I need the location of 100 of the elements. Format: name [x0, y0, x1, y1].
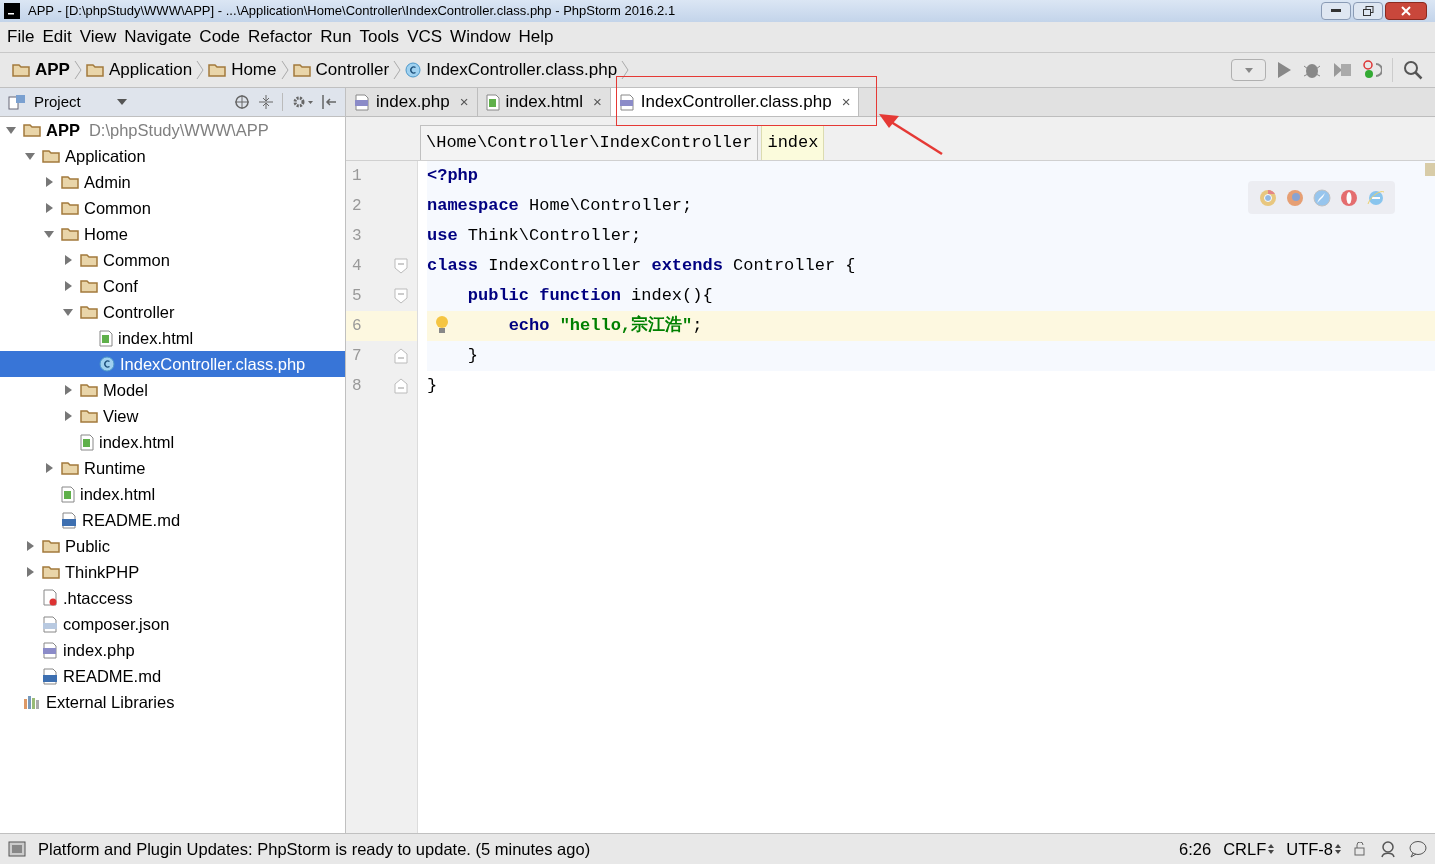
structure-crumb[interactable]: \Home\Controller\IndexController	[420, 125, 759, 160]
editor-tab[interactable]: IndexController.class.php ×	[610, 88, 860, 116]
collapse-icon[interactable]	[258, 94, 274, 110]
settings-icon[interactable]	[291, 94, 313, 110]
tab-label: index.php	[376, 91, 450, 114]
menu-item[interactable]: Refactor	[245, 24, 316, 50]
collapsed-arrow-icon[interactable]	[44, 203, 54, 213]
tree-item[interactable]: Application	[0, 143, 345, 169]
breadcrumb-item[interactable]: APP	[12, 57, 70, 83]
chrome-icon[interactable]	[1258, 188, 1277, 207]
debug-stop-icon[interactable]	[1362, 60, 1382, 80]
expanded-arrow-icon[interactable]	[63, 307, 73, 317]
tree-item[interactable]: .htaccess	[0, 585, 345, 611]
tree-item[interactable]: Model	[0, 377, 345, 403]
menu-item[interactable]: Tools	[356, 24, 403, 50]
menu-item[interactable]: Navigate	[121, 24, 195, 50]
fold-marker-icon[interactable]	[394, 288, 408, 304]
tree-item[interactable]: Common	[0, 195, 345, 221]
menu-item[interactable]: Edit	[39, 24, 75, 50]
inspector-icon[interactable]	[1379, 840, 1397, 858]
menu-item[interactable]: File	[4, 24, 38, 50]
menu-item[interactable]: Help	[515, 24, 557, 50]
line-number: 8	[351, 376, 363, 397]
panel-toggle-icon[interactable]	[8, 841, 26, 857]
collapsed-arrow-icon[interactable]	[25, 567, 35, 577]
folder-icon	[42, 149, 60, 163]
panel-title: Project	[34, 91, 81, 112]
fold-marker-icon[interactable]	[394, 378, 408, 394]
scroll-marker	[1425, 163, 1435, 176]
expanded-arrow-icon[interactable]	[44, 229, 54, 239]
breadcrumb-item[interactable]: Application	[85, 57, 193, 83]
run-icon[interactable]	[1276, 61, 1292, 79]
tree-item[interactable]: Admin	[0, 169, 345, 195]
breadcrumb-item[interactable]: IndexController.class.php	[405, 57, 618, 83]
expanded-arrow-icon[interactable]	[25, 151, 35, 161]
expanded-arrow-icon[interactable]	[6, 125, 16, 135]
code-line: namespace Home\Controller;	[427, 195, 693, 218]
tree-item[interactable]: IndexController.class.php	[0, 351, 345, 377]
tree-item[interactable]: index.html	[0, 429, 345, 455]
bug-icon[interactable]	[1302, 61, 1322, 79]
status-message[interactable]: Platform and Plugin Updates: PhpStorm is ready to update. (5 minutes ago)	[38, 836, 1168, 862]
chat-bubble-icon[interactable]	[1409, 840, 1427, 858]
minimize-button[interactable]	[1321, 2, 1351, 20]
tree-item[interactable]: View	[0, 403, 345, 429]
fold-marker-icon[interactable]	[394, 348, 408, 364]
tree-item[interactable]: Common	[0, 247, 345, 273]
tree-item[interactable]: Controller	[0, 299, 345, 325]
tree-item[interactable]: index.html	[0, 481, 345, 507]
collapsed-arrow-icon[interactable]	[44, 463, 54, 473]
dropdown-icon[interactable]	[116, 99, 127, 105]
collapsed-arrow-icon[interactable]	[63, 411, 73, 421]
tree-item[interactable]: index.php	[0, 637, 345, 663]
tree-item[interactable]: External Libraries	[0, 689, 345, 715]
tree-item[interactable]: ThinkPHP	[0, 559, 345, 585]
menu-item[interactable]: Run	[317, 24, 355, 50]
tree-item[interactable]: Conf	[0, 273, 345, 299]
tab-close-button[interactable]: ×	[459, 90, 469, 114]
search-icon[interactable]	[1403, 60, 1423, 80]
menu-item[interactable]: View	[76, 24, 120, 50]
tab-close-button[interactable]: ×	[841, 90, 851, 114]
run-config-dropdown[interactable]	[1231, 59, 1266, 81]
breadcrumb-item[interactable]: Controller	[292, 57, 390, 83]
menu-item[interactable]: VCS	[404, 24, 446, 50]
menu-item[interactable]: Code	[196, 24, 243, 50]
tab-close-button[interactable]: ×	[593, 90, 602, 114]
tree-item[interactable]: Home	[0, 221, 345, 247]
close-button[interactable]	[1385, 2, 1427, 20]
line-separator-selector[interactable]: CRLF	[1223, 836, 1275, 862]
structure-crumb[interactable]: index	[761, 125, 825, 160]
tree-item[interactable]: APP D:\phpStudy\WWW\APP	[0, 117, 345, 143]
collapsed-arrow-icon[interactable]	[63, 255, 73, 265]
caret-position[interactable]: 6:26	[1179, 836, 1212, 862]
encoding-selector[interactable]: UTF-8	[1286, 836, 1341, 862]
tree-item[interactable]: composer.json	[0, 611, 345, 637]
lightbulb-icon[interactable]	[435, 315, 449, 335]
fold-marker-icon[interactable]	[394, 258, 408, 274]
collapsed-arrow-icon[interactable]	[44, 177, 54, 187]
folder-icon	[80, 383, 98, 397]
tree-item[interactable]: README.md	[0, 507, 345, 533]
tree-item[interactable]: README.md	[0, 663, 345, 689]
restore-icon	[1362, 6, 1374, 16]
folder-icon	[23, 123, 41, 137]
locate-icon[interactable]	[234, 94, 250, 110]
folder-icon	[292, 63, 311, 77]
breadcrumb-item[interactable]: Home	[208, 57, 277, 83]
hide-panel-icon[interactable]	[321, 94, 337, 110]
collapsed-arrow-icon[interactable]	[63, 385, 73, 395]
collapsed-arrow-icon[interactable]	[63, 281, 73, 291]
menu-item[interactable]: Window	[447, 24, 514, 50]
tree-item[interactable]: index.html	[0, 325, 345, 351]
tree-item[interactable]: Public	[0, 533, 345, 559]
coverage-icon[interactable]	[1332, 61, 1352, 79]
chevron-icon	[195, 60, 206, 80]
folder-icon	[80, 409, 98, 423]
collapsed-arrow-icon[interactable]	[25, 541, 35, 551]
tree-item[interactable]: Runtime	[0, 455, 345, 481]
markdown-file-icon	[61, 511, 77, 529]
lock-icon[interactable]	[1353, 842, 1367, 856]
restore-button[interactable]	[1353, 2, 1383, 20]
opera-icon[interactable]	[1339, 188, 1358, 207]
